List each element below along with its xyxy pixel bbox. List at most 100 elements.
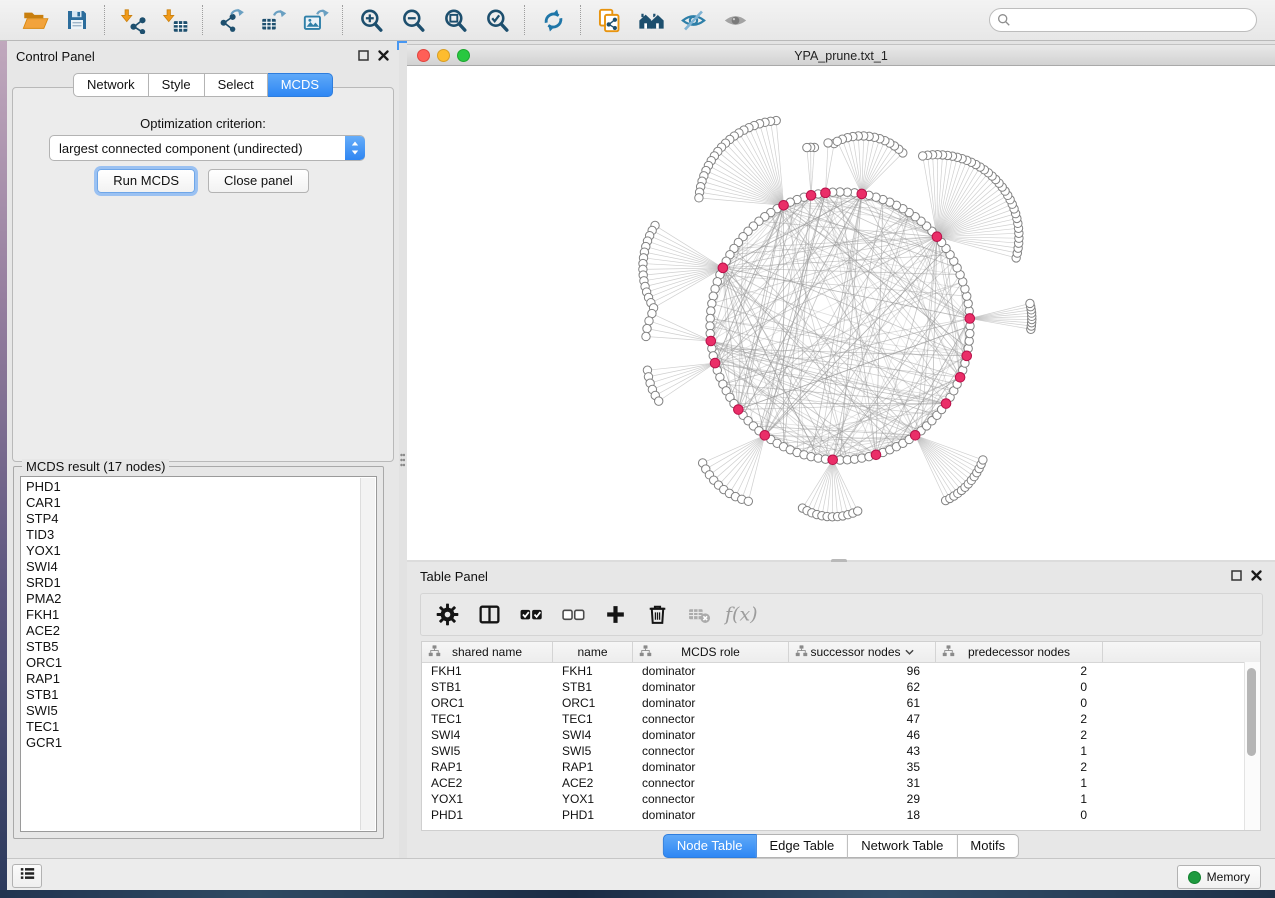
network-window-titlebar[interactable]: YPA_prune.txt_1 — [407, 44, 1275, 66]
mcds-result-item[interactable]: ORC1 — [21, 655, 360, 671]
close-panel-icon[interactable] — [1251, 570, 1262, 581]
tab-select[interactable]: Select — [205, 73, 268, 97]
cell-name: FKH1 — [553, 663, 633, 679]
search-field-wrap — [989, 8, 1257, 32]
table-row[interactable]: FKH1FKH1dominator962 — [422, 663, 1260, 679]
duplicate-network-button[interactable] — [594, 5, 624, 35]
cell-successor-nodes: 18 — [789, 807, 936, 823]
tab-network[interactable]: Network — [73, 73, 149, 97]
mcds-result-item[interactable]: TID3 — [21, 527, 360, 543]
mcds-result-item[interactable]: SWI5 — [21, 703, 360, 719]
settings-button[interactable] — [434, 602, 460, 628]
network-canvas[interactable] — [407, 66, 1275, 560]
import-network-button[interactable] — [118, 5, 148, 35]
close-panel-button[interactable]: Close panel — [208, 169, 309, 193]
table-row[interactable]: SWI5SWI5connector431 — [422, 743, 1260, 759]
show-panels-button[interactable] — [12, 864, 42, 888]
tab-edge-table[interactable]: Edge Table — [756, 834, 848, 858]
cell-MCDS-role: dominator — [633, 695, 789, 711]
column-header-shared-name[interactable]: shared name — [422, 642, 553, 662]
column-header-name[interactable]: name — [553, 642, 633, 662]
show-columns-button[interactable] — [476, 602, 502, 628]
run-mcds-button[interactable]: Run MCDS — [97, 169, 195, 193]
mcds-result-item[interactable]: STB1 — [21, 687, 360, 703]
tab-motifs[interactable]: Motifs — [957, 834, 1019, 858]
splitter-grip[interactable] — [400, 453, 405, 467]
node-table: shared namenameMCDS rolesuccessor nodesp… — [421, 641, 1261, 831]
mcds-result-title: MCDS result (17 nodes) — [22, 459, 169, 474]
table-panel: Table Panel f(x) shared namenameMCDS rol… — [407, 562, 1275, 858]
show-graphics-details-button[interactable] — [720, 5, 750, 35]
refresh-view-button[interactable] — [538, 5, 568, 35]
cell-predecessor-nodes: 2 — [936, 727, 1103, 743]
mcds-result-item[interactable]: GCR1 — [21, 735, 360, 751]
float-panel-icon[interactable] — [1231, 570, 1242, 581]
import-table-button[interactable] — [160, 5, 190, 35]
mcds-result-item[interactable]: PHD1 — [21, 479, 360, 495]
mcds-result-item[interactable]: YOX1 — [21, 543, 360, 559]
mcds-result-item[interactable]: STP4 — [21, 511, 360, 527]
optimization-criterion-dropdown[interactable]: largest connected component (undirected) — [49, 135, 365, 161]
column-header-MCDS-role[interactable]: MCDS role — [633, 642, 789, 662]
search-input[interactable] — [989, 8, 1257, 32]
table-row[interactable]: TEC1TEC1connector472 — [422, 711, 1260, 727]
zoom-in-button[interactable] — [356, 5, 386, 35]
mcds-result-item[interactable]: ACE2 — [21, 623, 360, 639]
table-row[interactable]: PHD1PHD1dominator180 — [422, 807, 1260, 823]
tab-mcds[interactable]: MCDS — [268, 73, 333, 97]
deselect-all-button[interactable] — [560, 602, 586, 628]
hide-graphics-details-icon — [680, 7, 707, 34]
vertical-splitter[interactable] — [399, 41, 407, 858]
mcds-result-item[interactable]: CAR1 — [21, 495, 360, 511]
table-panel-tabs: Node TableEdge TableNetwork TableMotifs — [663, 834, 1019, 858]
mcds-result-item[interactable]: SWI4 — [21, 559, 360, 575]
tab-style[interactable]: Style — [149, 73, 205, 97]
mcds-result-item[interactable]: SRD1 — [21, 575, 360, 591]
export-network-button[interactable] — [216, 5, 246, 35]
select-all-button[interactable] — [518, 602, 544, 628]
zoom-selected-button[interactable] — [482, 5, 512, 35]
navigator-button[interactable] — [636, 5, 666, 35]
hide-graphics-details-button[interactable] — [678, 5, 708, 35]
mcds-result-item[interactable]: RAP1 — [21, 671, 360, 687]
zoom-fit-button[interactable] — [440, 5, 470, 35]
open-file-button[interactable] — [20, 5, 50, 35]
zoom-out-button[interactable] — [398, 5, 428, 35]
close-panel-icon[interactable] — [378, 50, 389, 61]
zoom-selected-icon — [484, 7, 511, 34]
right-region: YPA_prune.txt_1 Table Panel f(x) shared … — [407, 41, 1275, 858]
tab-node-table[interactable]: Node Table — [663, 834, 757, 858]
show-columns-icon — [477, 602, 502, 627]
cell-name: SWI4 — [553, 727, 633, 743]
cell-shared-name: FKH1 — [422, 663, 553, 679]
add-column-button[interactable] — [602, 602, 628, 628]
column-header-successor-nodes[interactable]: successor nodes — [789, 642, 936, 662]
memory-button[interactable]: Memory — [1177, 865, 1261, 889]
save-session-button[interactable] — [62, 5, 92, 35]
table-row[interactable]: YOX1YOX1connector291 — [422, 791, 1260, 807]
table-row[interactable]: SWI4SWI4dominator462 — [422, 727, 1260, 743]
settings-icon — [435, 602, 460, 627]
table-row[interactable]: STB1STB1dominator620 — [422, 679, 1260, 695]
delete-column-button[interactable] — [644, 602, 670, 628]
cell-predecessor-nodes: 1 — [936, 791, 1103, 807]
mcds-result-item[interactable]: TEC1 — [21, 719, 360, 735]
table-row[interactable]: ACE2ACE2connector311 — [422, 775, 1260, 791]
cell-name: ACE2 — [553, 775, 633, 791]
float-panel-icon[interactable] — [358, 50, 369, 61]
export-image-button[interactable] — [300, 5, 330, 35]
table-scrollbar[interactable] — [1244, 662, 1260, 830]
mcds-result-item[interactable]: FKH1 — [21, 607, 360, 623]
mcds-result-item[interactable]: STB5 — [21, 639, 360, 655]
cell-name: TEC1 — [553, 711, 633, 727]
table-row[interactable]: ORC1ORC1dominator610 — [422, 695, 1260, 711]
tab-network-table[interactable]: Network Table — [848, 834, 957, 858]
column-header-predecessor-nodes[interactable]: predecessor nodes — [936, 642, 1103, 662]
toolbar-separator — [580, 5, 582, 35]
export-table-button[interactable] — [258, 5, 288, 35]
mcds-list-scrollbar[interactable] — [360, 478, 375, 830]
table-scrollbar-thumb[interactable] — [1247, 668, 1256, 756]
cell-successor-nodes: 96 — [789, 663, 936, 679]
mcds-result-item[interactable]: PMA2 — [21, 591, 360, 607]
table-row[interactable]: RAP1RAP1dominator352 — [422, 759, 1260, 775]
